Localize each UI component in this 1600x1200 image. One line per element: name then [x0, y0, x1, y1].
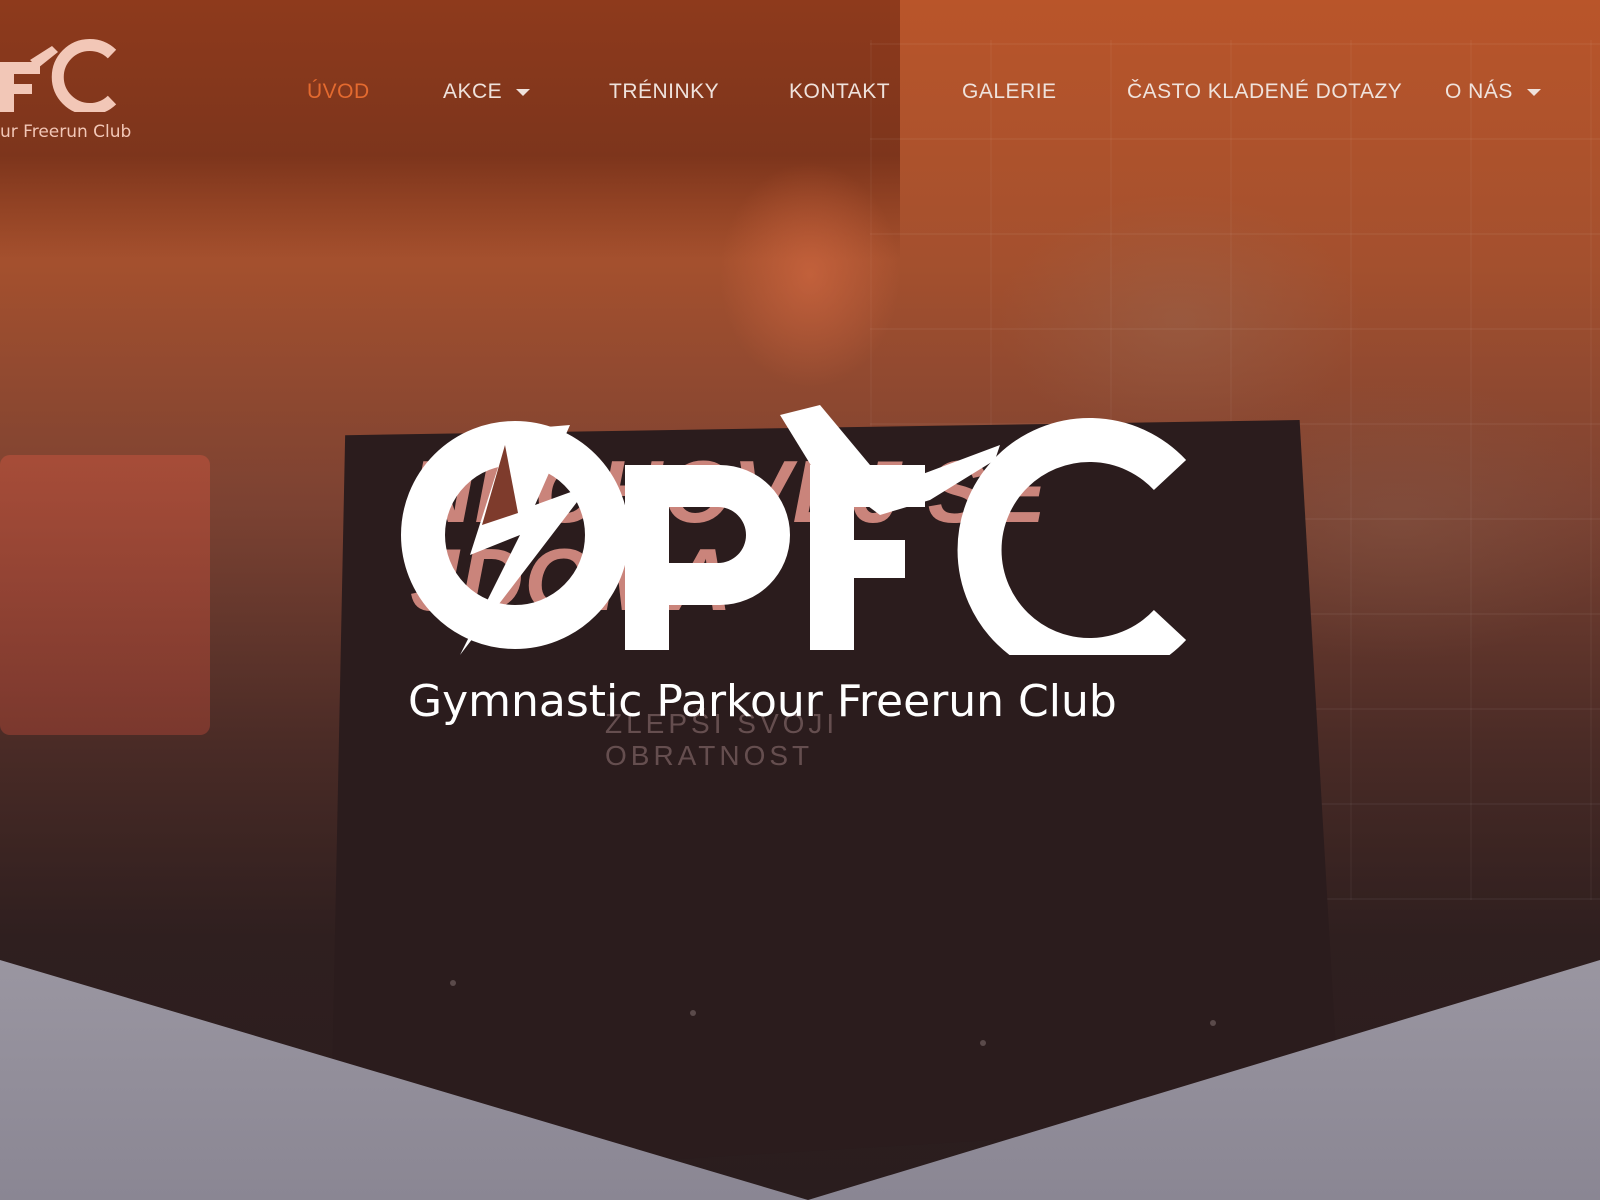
- nav-item-treninky[interactable]: TRÉNINKY: [609, 72, 719, 112]
- nav-item-label: GALERIE: [962, 80, 1057, 103]
- board-bolt: [980, 1040, 986, 1046]
- nav-item-label: ČASTO KLADENÉ DOTAZY: [1127, 80, 1403, 103]
- nav-item-label: O NÁS: [1445, 80, 1513, 103]
- main-navigation: ÚVOD AKCE TRÉNINKY KONTAKT GALERIE ČASTO…: [0, 72, 1600, 112]
- nav-item-label: ÚVOD: [307, 80, 370, 103]
- nav-item-label: KONTAKT: [789, 80, 891, 103]
- board-bolt: [450, 980, 456, 986]
- background-van: [0, 455, 210, 735]
- gpfc-logo-caption: Gymnastic Parkour Freerun Club: [408, 676, 1117, 727]
- board-bolt: [1210, 1020, 1216, 1026]
- gpfc-logo-icon: [401, 405, 1187, 655]
- nav-item-kontakt[interactable]: KONTAKT: [789, 72, 890, 112]
- chevron-down-icon: [1526, 88, 1541, 96]
- board-bolt: [690, 1010, 696, 1016]
- chevron-down-icon: [516, 88, 531, 96]
- hero-background: NECHOVEJ SE JDOMA ZLEPŠI SVOJI OBRATNOST…: [0, 0, 1600, 1200]
- nav-item-akce[interactable]: AKCE: [443, 72, 531, 112]
- site-header: ur Freerun Club ÚVOD AKCE TRÉNINKY KONTA…: [0, 0, 1600, 180]
- site-logo-caption: ur Freerun Club: [0, 122, 132, 142]
- nav-item-galerie[interactable]: GALERIE: [962, 72, 1057, 112]
- nav-item-uvod[interactable]: ÚVOD: [307, 72, 370, 112]
- nav-item-label: TRÉNINKY: [609, 80, 720, 103]
- nav-item-o-nas[interactable]: O NÁS: [1445, 72, 1541, 112]
- nav-item-faq[interactable]: ČASTO KLADENÉ DOTAZY: [1127, 72, 1402, 112]
- nav-item-label: AKCE: [443, 80, 503, 103]
